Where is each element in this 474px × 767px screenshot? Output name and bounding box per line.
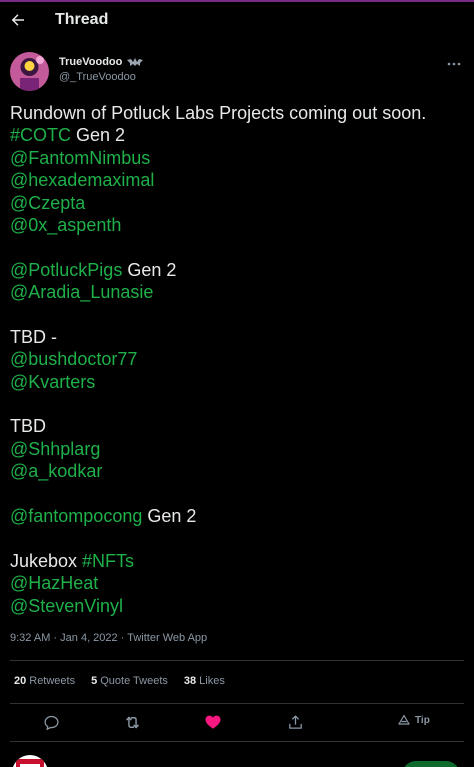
likes-stat[interactable]: 38 Likes [184, 675, 225, 687]
divider [10, 703, 464, 704]
mention-link[interactable]: @PotluckPigs [10, 260, 122, 280]
tweet-line: @FantomNimbus [10, 147, 464, 169]
tweet-line-text: TBD - [10, 326, 57, 347]
tweet-line: @StevenVinyl [10, 595, 464, 617]
tweet-line: @bushdoctor77 [10, 348, 464, 370]
tip-icon [398, 714, 410, 725]
divider [10, 660, 464, 661]
share-icon [288, 714, 302, 729]
hashtag-link[interactable]: #COTC [10, 125, 71, 145]
bat-emoji-icon [127, 58, 144, 66]
mention-link[interactable]: @a_kodkar [10, 461, 102, 481]
mention-link[interactable]: @0x_aspenth [10, 215, 121, 235]
tweet-line-text: Gen 2 [122, 259, 177, 280]
retweet-icon [125, 716, 139, 728]
tweet-line-text: Gen 2 [142, 506, 197, 527]
mention-link[interactable]: @fantompocong [10, 506, 142, 526]
mention-link[interactable]: @Aradia_Lunasie [10, 282, 153, 302]
tweet-actions: Tip [10, 710, 464, 734]
tweet-line: @fantompocong Gen 2 [10, 505, 464, 527]
tweet-date[interactable]: Jan 4, 2022 [60, 632, 118, 644]
mention-link[interactable]: @Shhplarg [10, 439, 100, 459]
avatar[interactable] [10, 52, 49, 91]
tweet-line-text: Rundown of Potluck Labs Projects coming … [10, 103, 427, 123]
tweet-line: TBD [10, 415, 464, 437]
tweet-line: #COTC Gen 2 [10, 124, 464, 146]
divider [10, 741, 464, 742]
share-button[interactable] [285, 712, 305, 732]
back-button[interactable] [9, 11, 27, 29]
tweet-line: @Shhplarg [10, 438, 464, 460]
back-arrow-icon [11, 14, 24, 26]
mention-link[interactable]: @StevenVinyl [10, 596, 123, 616]
mention-link[interactable]: @bushdoctor77 [10, 349, 137, 369]
tweet-line: @Kvarters [10, 371, 464, 393]
tweet-line: @PotluckPigs Gen 2 [10, 259, 464, 281]
heart-icon [205, 715, 221, 729]
tweet-author: TrueVoodoo @_TrueVoodoo [10, 52, 464, 92]
display-name[interactable]: TrueVoodoo [59, 56, 122, 68]
reply-avatar [12, 755, 48, 767]
quote-tweets-label: Quote Tweets [100, 675, 168, 687]
retweet-button[interactable] [122, 712, 142, 732]
tweet-line: @a_kodkar [10, 460, 464, 482]
tweet-line: @0x_aspenth [10, 214, 464, 236]
like-button[interactable] [203, 712, 223, 732]
likes-label: Likes [199, 675, 225, 687]
tweet-line: TBD - [10, 326, 464, 348]
tweet-line-text: TBD [10, 416, 46, 437]
mention-link[interactable]: @hexademaximal [10, 170, 154, 190]
more-button[interactable] [446, 56, 462, 66]
mention-link[interactable]: @Czepta [10, 193, 85, 213]
tweet-line: @HazHeat [10, 572, 464, 594]
retweets-count: 20 [14, 675, 27, 687]
more-dots-icon [447, 62, 461, 66]
page-header: Thread [0, 2, 474, 40]
tweet-stats: 20 Retweets 5 Quote Tweets 38 Likes [14, 675, 225, 687]
mention-link[interactable]: @Kvarters [10, 372, 95, 392]
tweet-line: @hexademaximal [10, 169, 464, 191]
reply-icon [43, 715, 59, 730]
mention-link[interactable]: @FantomNimbus [10, 148, 150, 168]
retweets-stat[interactable]: 20 Retweets [14, 675, 75, 687]
tweet-source[interactable]: Twitter Web App [127, 632, 207, 644]
reply-submit-button[interactable] [402, 761, 460, 767]
reply-button[interactable] [41, 712, 61, 732]
tweet-line-text: Gen 2 [71, 125, 126, 146]
likes-count: 38 [183, 675, 197, 687]
tweet-meta: 9:32 AM · Jan 4, 2022 · Twitter Web App [10, 632, 207, 644]
tweet-line: Jukebox #NFTs [10, 550, 464, 572]
user-handle[interactable]: @_TrueVoodoo [59, 71, 136, 83]
tweet-line: @Czepta [10, 192, 464, 214]
tweet-time[interactable]: 9:32 AM [10, 632, 50, 644]
tweet-line-text: Jukebox [10, 550, 83, 571]
name-row: TrueVoodoo [59, 56, 144, 68]
page-title: Thread [55, 11, 109, 28]
tip-label: Tip [415, 714, 430, 726]
quote-tweets-stat[interactable]: 5 Quote Tweets [91, 675, 168, 687]
quote-tweets-count: 5 [91, 675, 98, 687]
tweet-line: @Aradia_Lunasie [10, 281, 464, 303]
hashtag-link[interactable]: #NFTs [82, 551, 134, 571]
tweet-line: Rundown of Potluck Labs Projects coming … [10, 102, 464, 124]
tweet-text: Rundown of Potluck Labs Projects coming … [10, 102, 464, 617]
tip-button[interactable]: Tip [398, 714, 430, 726]
mention-link[interactable]: @HazHeat [10, 573, 98, 593]
retweets-label: Retweets [29, 675, 76, 687]
